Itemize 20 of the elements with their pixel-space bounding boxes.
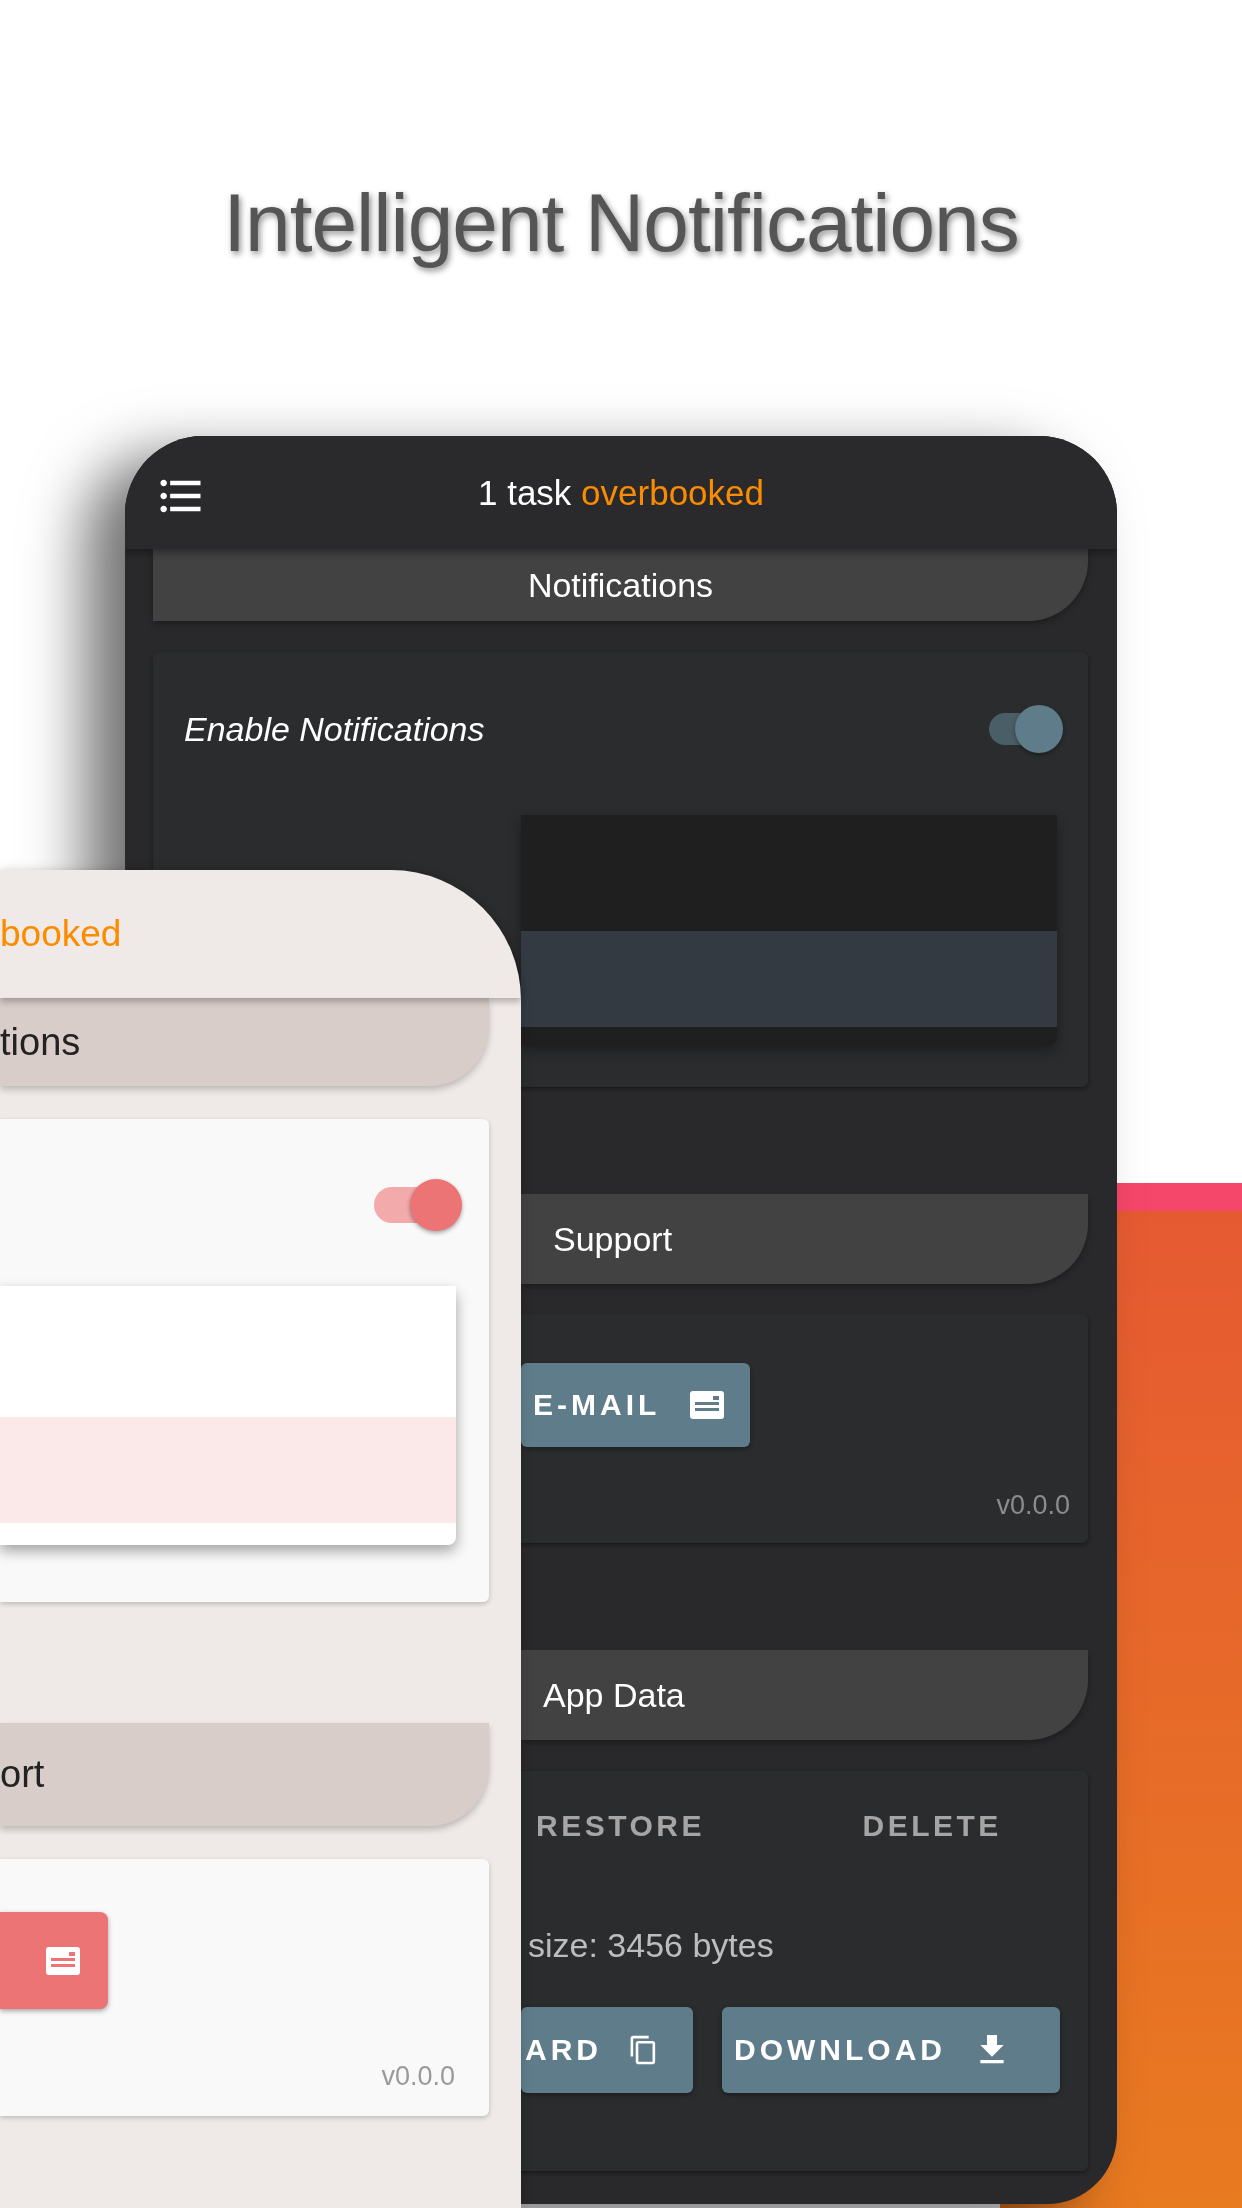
toggle-label: Enable Notifications bbox=[184, 709, 485, 749]
version-text: v0.0.0 bbox=[996, 1490, 1070, 1521]
email-button[interactable]: E-MAIL bbox=[521, 1363, 750, 1447]
section-header[interactable]: ort bbox=[0, 1723, 489, 1826]
download-button[interactable]: DOWNLOAD bbox=[722, 2007, 1060, 2093]
section-header[interactable]: App Data bbox=[521, 1650, 1088, 1740]
headline: Intelligent Notifications bbox=[223, 176, 1019, 270]
app-title: 1 task overbooked bbox=[477, 472, 764, 513]
action-button[interactable]: RESTORE bbox=[536, 1809, 705, 1843]
clipboard-button[interactable]: ARD bbox=[521, 2007, 693, 2093]
section-header[interactable]: Notifications bbox=[153, 549, 1088, 621]
section-header[interactable]: Support bbox=[521, 1194, 1088, 1284]
version-text: v0.0.0 bbox=[381, 2061, 455, 2092]
section-header[interactable]: tions bbox=[0, 998, 489, 1086]
action-button[interactable]: DELETE bbox=[862, 1809, 1002, 1843]
card-icon bbox=[46, 1946, 80, 1975]
size-text: size: 3456 bytes bbox=[528, 1926, 774, 1965]
app-title: booked bbox=[0, 913, 122, 955]
card-icon bbox=[690, 1391, 724, 1419]
email-button[interactable] bbox=[0, 1912, 108, 2009]
